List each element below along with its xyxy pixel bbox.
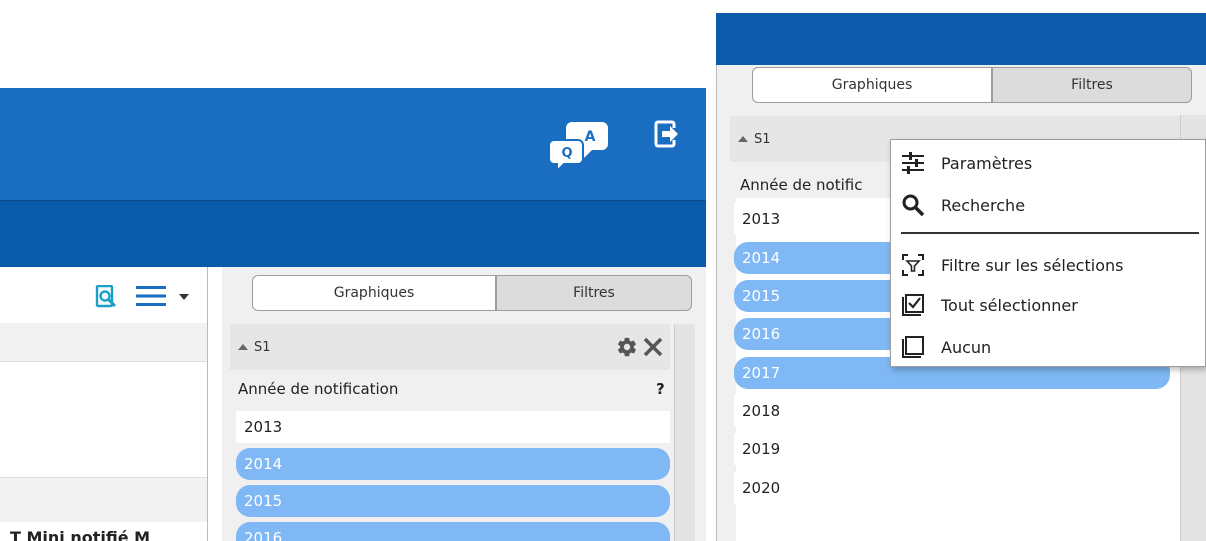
grid-column-header-row [0, 477, 207, 522]
list-item-label: 2015 [742, 287, 781, 305]
menu-item-recherche[interactable]: Recherche [901, 190, 1025, 220]
right-header-bar [716, 13, 1206, 65]
list-item-label: 2020 [742, 479, 781, 497]
list-item[interactable]: 2013 [236, 411, 670, 443]
list-item-label: 2018 [742, 402, 781, 420]
menu-separator [901, 232, 1199, 234]
tab-graphiques[interactable]: Graphiques [252, 275, 496, 311]
filters-panel: Graphiques Filtres S1 Année de notificat… [222, 267, 706, 541]
list-item-label: 2019 [742, 440, 781, 458]
list-item[interactable]: 2016 [236, 522, 670, 541]
menu-item-label: Aucun [941, 337, 992, 357]
tab-filtres-label: Filtres [1071, 77, 1113, 93]
tab-filtres-label: Filtres [573, 285, 615, 301]
left-screenshot: A Q T Mini notifié M Graphiques Filtres … [0, 0, 706, 541]
collapse-triangle-icon[interactable] [738, 136, 748, 142]
tab-graphiques-label: Graphiques [333, 285, 415, 301]
panel-scroll-strip[interactable] [674, 324, 695, 541]
list-item-label: 2017 [742, 364, 781, 382]
right-screenshot: Graphiques Filtres S1 Année de notific 2… [706, 0, 1206, 541]
list-item[interactable]: 2015 [236, 485, 670, 517]
tab-filtres[interactable]: Filtres [992, 67, 1192, 103]
caret-down-icon[interactable] [179, 294, 189, 300]
app-subheader-bar [0, 200, 706, 267]
context-menu: Paramètres Recherche Filtre sur les séle… [890, 139, 1206, 367]
tab-graphiques[interactable]: Graphiques [752, 67, 992, 103]
grid-column-header[interactable]: T Mini notifié M [10, 528, 150, 541]
menu-item-aucun[interactable]: Aucun [901, 332, 991, 362]
qa-chat-icon[interactable]: A Q [548, 114, 612, 174]
list-item[interactable]: 2019 [734, 433, 1170, 465]
field-label: Année de notification [238, 380, 399, 398]
checkbox-empty-icon [901, 335, 925, 359]
list-item[interactable]: 2018 [734, 395, 1170, 427]
field-label: Année de notific [740, 176, 863, 194]
list-item-label: 2014 [742, 249, 781, 267]
menu-item-label: Paramètres [941, 153, 1033, 173]
close-icon[interactable] [642, 336, 664, 358]
hamburger-menu-icon[interactable] [136, 285, 166, 307]
qa-badge-a: A [585, 129, 596, 145]
collapse-triangle-icon[interactable] [238, 344, 248, 350]
list-item-label: 2016 [742, 325, 781, 343]
sliders-icon [901, 151, 925, 175]
list-item-label: 2016 [244, 529, 283, 541]
list-item-label: 2015 [244, 492, 283, 510]
list-item[interactable]: 2020 [734, 472, 1170, 504]
tab-filtres[interactable]: Filtres [496, 275, 692, 311]
menu-item-label: Tout sélectionner [941, 295, 1078, 315]
list-item-label: 2013 [742, 210, 781, 228]
menu-item-label: Recherche [941, 195, 1026, 215]
grid-header-row [0, 323, 207, 362]
magnifier-icon [901, 193, 925, 217]
tab-graphiques-label: Graphiques [831, 77, 913, 93]
filter-selection-icon [901, 253, 925, 277]
list-item-label: 2013 [244, 418, 283, 436]
right-panel-tabs: Graphiques Filtres [752, 67, 1192, 103]
help-icon[interactable]: ? [656, 380, 665, 398]
gear-icon[interactable] [616, 336, 638, 358]
exit-icon[interactable] [654, 120, 682, 148]
section-title: S1 [254, 339, 271, 355]
menu-item-label: Filtre sur les sélections [941, 255, 1124, 275]
list-item[interactable]: 2014 [236, 448, 670, 480]
menu-item-tout-selectionner[interactable]: Tout sélectionner [901, 290, 1078, 320]
panel-splitter[interactable] [207, 267, 208, 541]
section-header-s1[interactable]: S1 [230, 324, 670, 370]
menu-item-parametres[interactable]: Paramètres [901, 148, 1032, 178]
checkbox-checked-icon [901, 293, 925, 317]
search-document-icon[interactable] [95, 285, 119, 309]
section-title: S1 [754, 131, 771, 147]
menu-item-filtre-selections[interactable]: Filtre sur les sélections [901, 250, 1123, 280]
panel-tabs: Graphiques Filtres [252, 275, 692, 311]
right-panel-splitter[interactable] [716, 65, 717, 541]
qa-badge-q: Q [561, 146, 572, 161]
list-item-label: 2014 [244, 455, 283, 473]
